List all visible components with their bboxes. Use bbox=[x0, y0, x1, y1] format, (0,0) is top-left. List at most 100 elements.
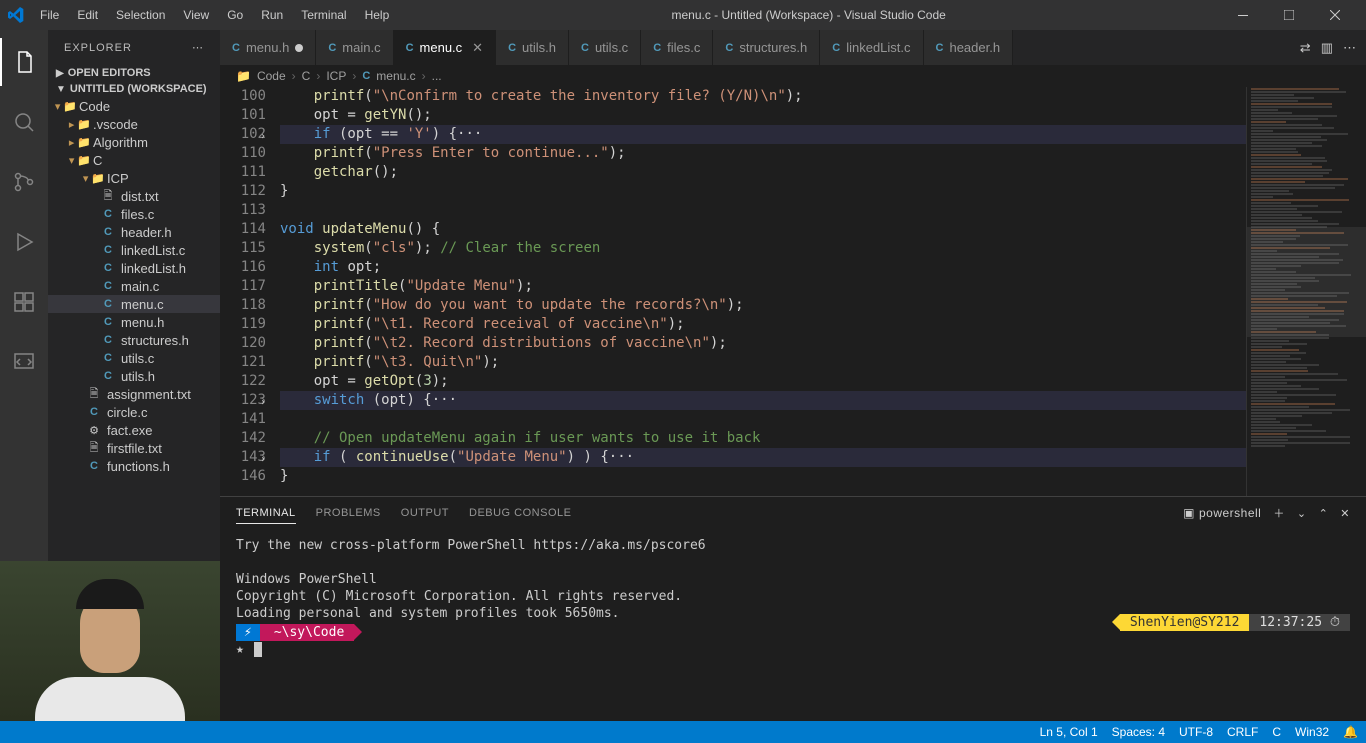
tree-file[interactable]: 🗎assignment.txt bbox=[48, 385, 220, 403]
source-control-icon[interactable] bbox=[0, 158, 48, 206]
tree-file[interactable]: ClinkedList.c bbox=[48, 241, 220, 259]
editor-tab[interactable]: Cmenu.h bbox=[220, 30, 316, 65]
tree-item-label: files.c bbox=[121, 207, 154, 222]
line-gutter: 100101102›110111112113114115116117118119… bbox=[220, 87, 280, 496]
explorer-icon[interactable] bbox=[0, 38, 48, 86]
more-actions-icon[interactable]: ⋯ bbox=[192, 41, 204, 54]
tree-item-label: dist.txt bbox=[121, 189, 159, 204]
tab-label: structures.h bbox=[739, 40, 807, 55]
tree-file[interactable]: Cmain.c bbox=[48, 277, 220, 295]
editor-tab[interactable]: Cmain.c bbox=[316, 30, 393, 65]
tab-problems[interactable]: PROBLEMS bbox=[316, 503, 381, 523]
tree-item-label: linkedList.h bbox=[121, 261, 186, 276]
editor-tab[interactable]: Cutils.h bbox=[496, 30, 569, 65]
editor-tab[interactable]: Cheader.h bbox=[924, 30, 1014, 65]
editor-tab[interactable]: Cmenu.c✕ bbox=[394, 30, 497, 65]
tree-file[interactable]: Cutils.h bbox=[48, 367, 220, 385]
menu-selection[interactable]: Selection bbox=[108, 4, 173, 26]
tree-file[interactable]: Cfunctions.h bbox=[48, 457, 220, 475]
menu-help[interactable]: Help bbox=[357, 4, 398, 26]
shell-selector[interactable]: ▣ powershell bbox=[1183, 506, 1261, 520]
title-bar: File Edit Selection View Go Run Terminal… bbox=[0, 0, 1366, 30]
tree-file[interactable]: Cstructures.h bbox=[48, 331, 220, 349]
workspace-section[interactable]: ▼ UNTITLED (WORKSPACE) bbox=[48, 81, 220, 97]
sb-notifications-icon[interactable]: 🔔 bbox=[1343, 725, 1358, 739]
sb-eol[interactable]: CRLF bbox=[1227, 725, 1258, 739]
tab-output[interactable]: OUTPUT bbox=[401, 503, 449, 523]
tree-file[interactable]: ⚙fact.exe bbox=[48, 421, 220, 439]
editor-area: Cmenu.hCmain.cCmenu.c✕Cutils.hCutils.cCf… bbox=[220, 30, 1366, 721]
menu-run[interactable]: Run bbox=[253, 4, 291, 26]
menu-file[interactable]: File bbox=[32, 4, 67, 26]
code-content[interactable]: printf("\nConfirm to create the inventor… bbox=[280, 87, 1246, 496]
editor-tabs: Cmenu.hCmain.cCmenu.c✕Cutils.hCutils.cCf… bbox=[220, 30, 1366, 65]
tab-label: files.c bbox=[667, 40, 700, 55]
terminal-line: Try the new cross-platform PowerShell ht… bbox=[236, 537, 1350, 554]
editor-tab[interactable]: ClinkedList.c bbox=[820, 30, 923, 65]
more-actions-icon[interactable]: ⋯ bbox=[1343, 40, 1356, 56]
tree-folder[interactable]: ▸ 📁.vscode bbox=[48, 115, 220, 133]
close-tab-icon[interactable]: ✕ bbox=[468, 40, 483, 56]
chevron-right-icon: ▶ bbox=[56, 68, 64, 79]
c-file-icon: C bbox=[86, 404, 102, 420]
maximize-button[interactable] bbox=[1266, 0, 1312, 30]
sb-cursor-pos[interactable]: Ln 5, Col 1 bbox=[1040, 725, 1098, 739]
new-terminal-icon[interactable]: ＋ bbox=[1273, 505, 1285, 521]
tree-file[interactable]: 🗎firstfile.txt bbox=[48, 439, 220, 457]
split-editor-icon[interactable]: ▥ bbox=[1321, 40, 1333, 56]
search-icon[interactable] bbox=[0, 98, 48, 146]
tree-item-label: circle.c bbox=[107, 405, 147, 420]
sb-language[interactable]: C bbox=[1272, 725, 1281, 739]
open-editors-section[interactable]: ▶ OPEN EDITORS bbox=[48, 65, 220, 81]
tree-file[interactable]: Cmenu.h bbox=[48, 313, 220, 331]
menu-view[interactable]: View bbox=[175, 4, 217, 26]
tree-file[interactable]: Cmenu.c bbox=[48, 295, 220, 313]
maximize-panel-icon[interactable]: ⌃ bbox=[1319, 507, 1329, 520]
extensions-icon[interactable] bbox=[0, 278, 48, 326]
sb-encoding[interactable]: UTF-8 bbox=[1179, 725, 1213, 739]
tree-file[interactable]: Cfiles.c bbox=[48, 205, 220, 223]
editor-tab[interactable]: Cutils.c bbox=[569, 30, 641, 65]
menu-terminal[interactable]: Terminal bbox=[293, 4, 354, 26]
tree-folder[interactable]: ▸ 📁Algorithm bbox=[48, 133, 220, 151]
editor-tab[interactable]: Cstructures.h bbox=[713, 30, 820, 65]
tree-folder[interactable]: ▾ 📁ICP bbox=[48, 169, 220, 187]
code-editor[interactable]: 100101102›110111112113114115116117118119… bbox=[220, 87, 1366, 496]
tree-file[interactable]: Ccircle.c bbox=[48, 403, 220, 421]
tab-label: main.c bbox=[342, 40, 380, 55]
folder-icon: 📁 bbox=[236, 69, 251, 83]
tree-file[interactable]: Cheader.h bbox=[48, 223, 220, 241]
panel-tabs: TERMINAL PROBLEMS OUTPUT DEBUG CONSOLE ▣… bbox=[220, 497, 1366, 529]
tree-item-label: main.c bbox=[121, 279, 159, 294]
remote-icon[interactable] bbox=[0, 338, 48, 386]
terminal-cursor-line[interactable]: ★ bbox=[236, 641, 1350, 658]
tab-debug-console[interactable]: DEBUG CONSOLE bbox=[469, 503, 571, 523]
c-file-icon: C bbox=[406, 42, 414, 54]
tree-item-label: C bbox=[93, 153, 102, 168]
tree-file[interactable]: Cutils.c bbox=[48, 349, 220, 367]
tab-label: linkedList.c bbox=[846, 40, 910, 55]
close-button[interactable] bbox=[1312, 0, 1358, 30]
tree-file[interactable]: 🗎dist.txt bbox=[48, 187, 220, 205]
tab-terminal[interactable]: TERMINAL bbox=[236, 503, 296, 524]
terminal-content[interactable]: Try the new cross-platform PowerShell ht… bbox=[220, 529, 1366, 721]
breadcrumb[interactable]: 📁 Code› C› ICP› C menu.c› ... bbox=[220, 65, 1366, 87]
txt-file-icon: 🗎 bbox=[86, 440, 102, 456]
tree-folder[interactable]: ▾ 📁Code bbox=[48, 97, 220, 115]
run-debug-icon[interactable] bbox=[0, 218, 48, 266]
menu-go[interactable]: Go bbox=[219, 4, 251, 26]
compare-changes-icon[interactable]: ⇄ bbox=[1300, 40, 1311, 56]
editor-tab[interactable]: Cfiles.c bbox=[641, 30, 713, 65]
close-panel-icon[interactable]: ✕ bbox=[1340, 507, 1350, 520]
menu-edit[interactable]: Edit bbox=[69, 4, 106, 26]
minimap[interactable] bbox=[1246, 87, 1366, 496]
sb-indentation[interactable]: Spaces: 4 bbox=[1112, 725, 1165, 739]
minimize-button[interactable] bbox=[1220, 0, 1266, 30]
c-file-icon: C bbox=[832, 42, 840, 54]
terminal-prompt: ⚡ ~\sy\Code ShenYien@SY212 12:37:25 ⏱ bbox=[236, 624, 1350, 641]
split-terminal-icon[interactable]: ⌄ bbox=[1297, 507, 1307, 520]
sb-platform[interactable]: Win32 bbox=[1295, 725, 1329, 739]
tree-file[interactable]: ClinkedList.h bbox=[48, 259, 220, 277]
tree-folder[interactable]: ▾ 📁C bbox=[48, 151, 220, 169]
c-file-icon: C bbox=[86, 458, 102, 474]
